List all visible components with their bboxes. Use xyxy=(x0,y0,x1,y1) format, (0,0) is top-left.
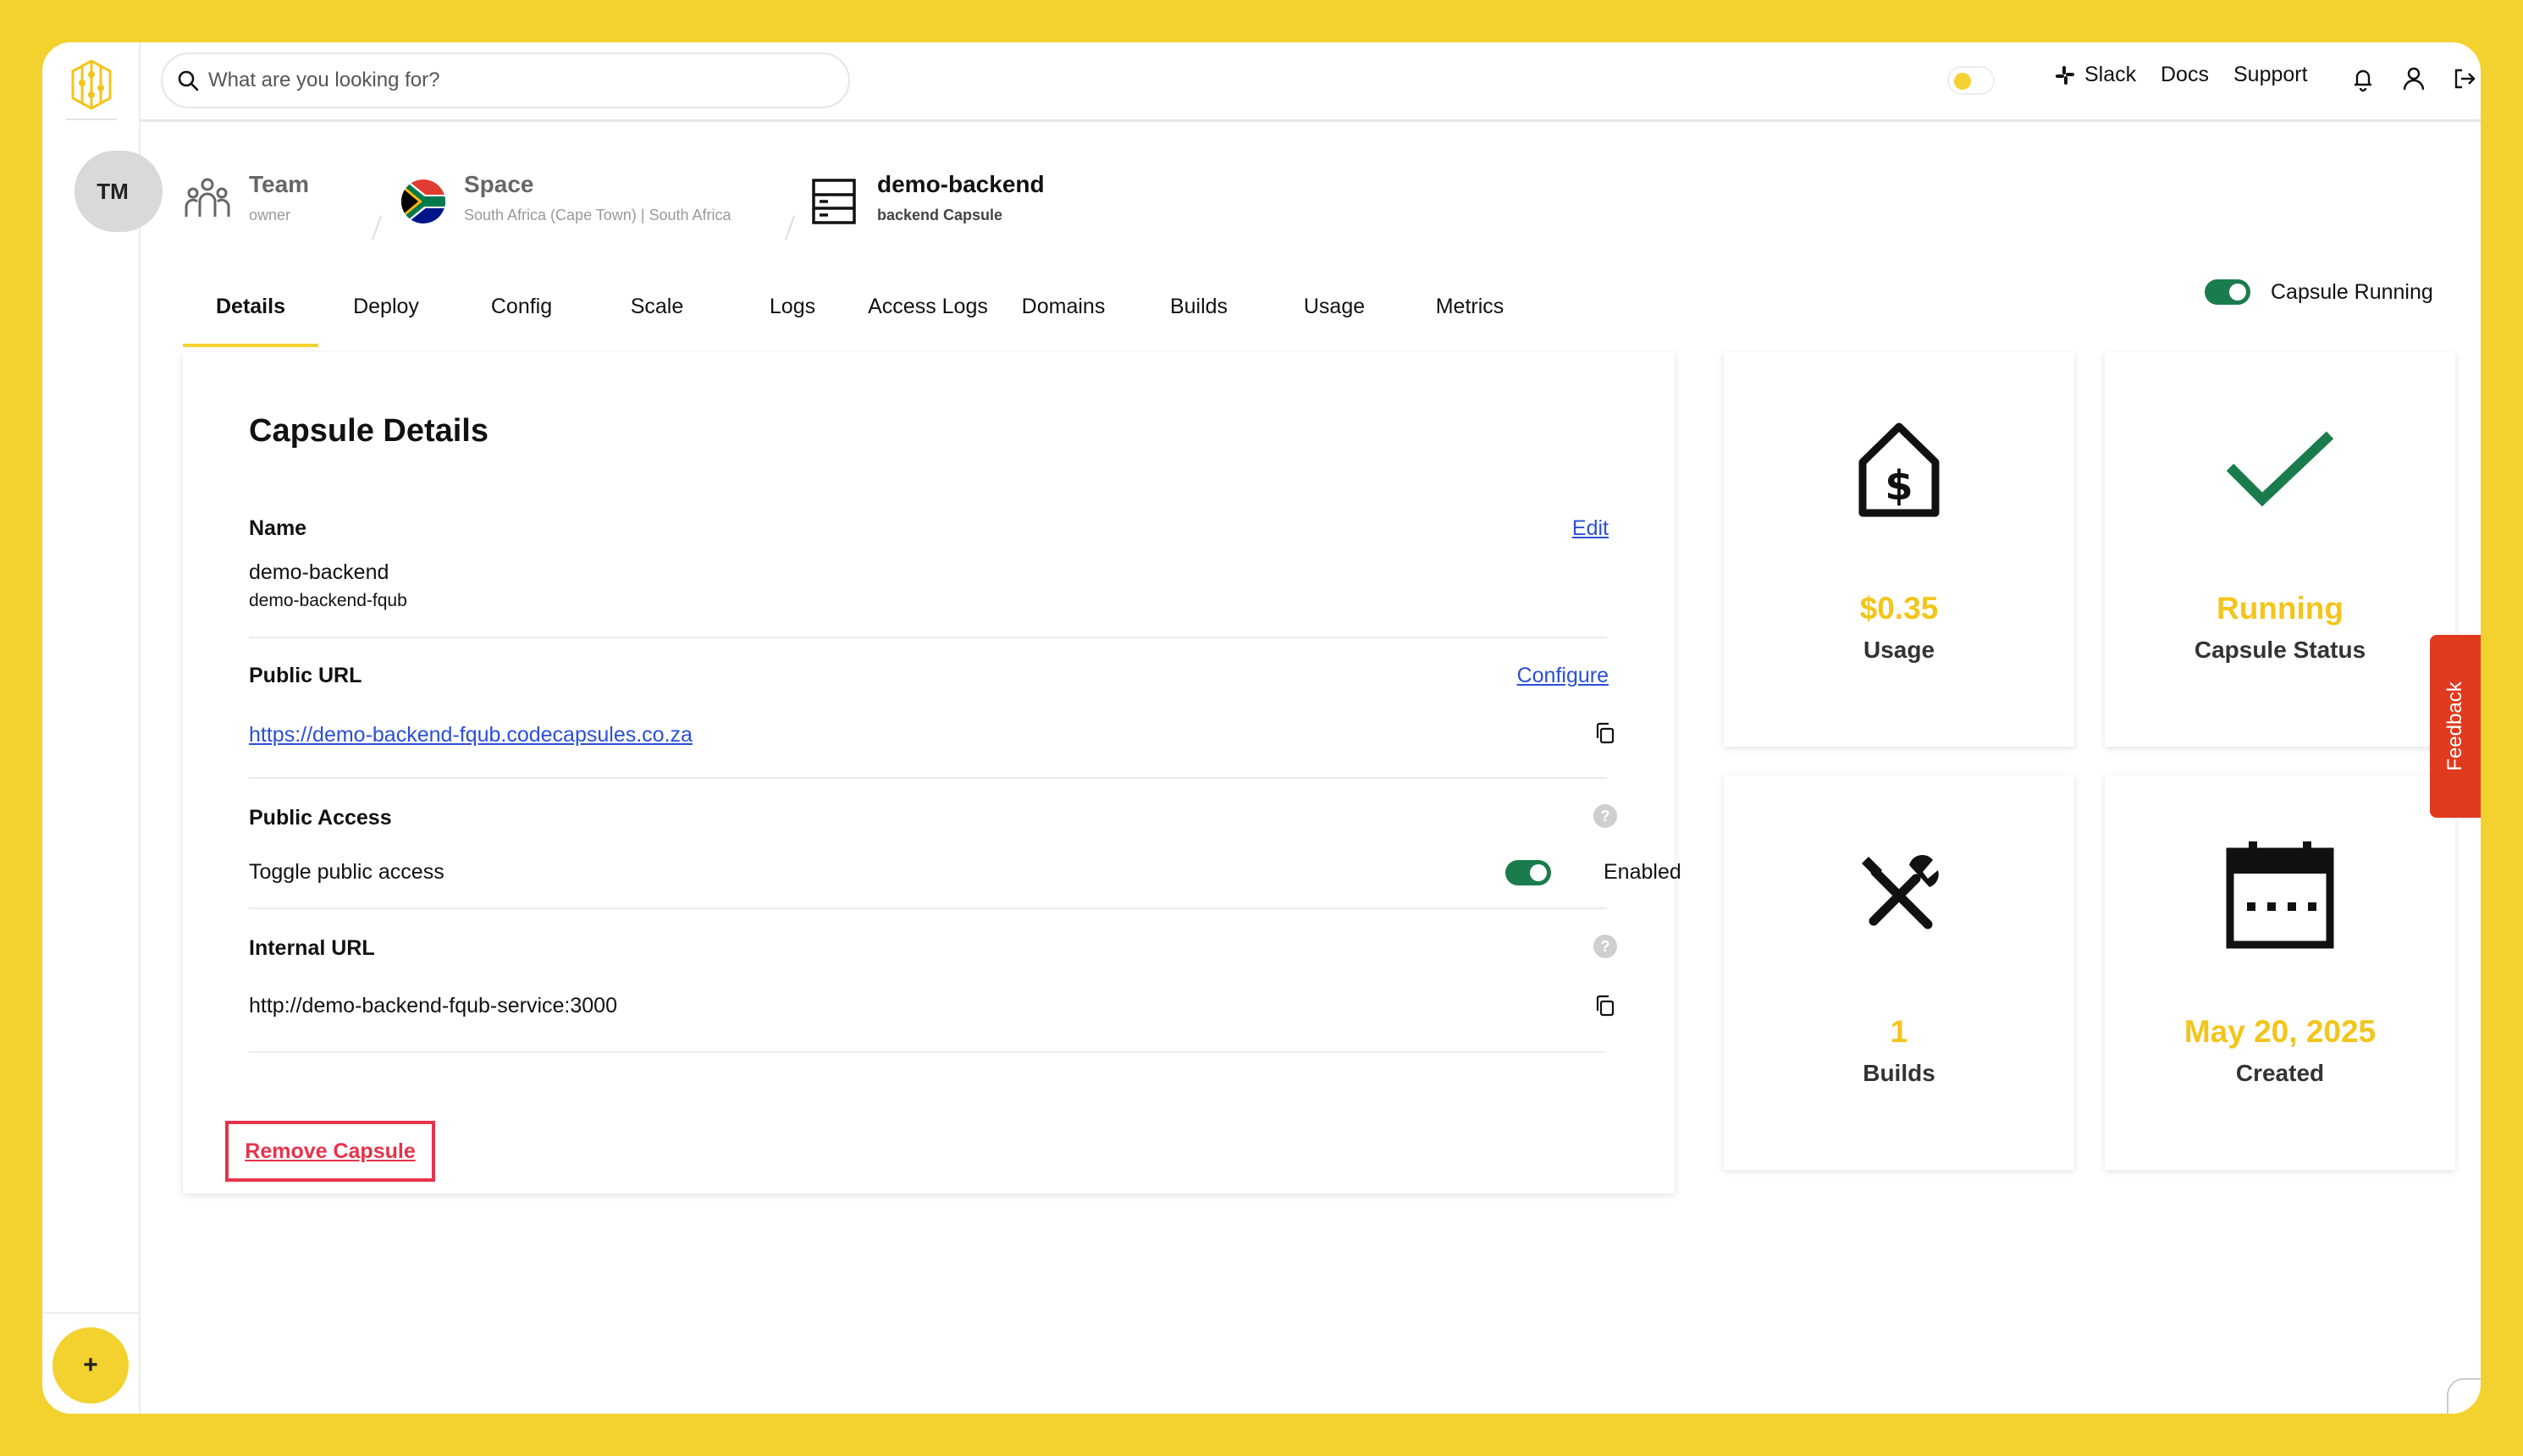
logout-icon[interactable] xyxy=(2450,64,2479,93)
breadcrumb-team[interactable]: Team owner xyxy=(183,168,327,235)
divider xyxy=(249,907,1607,909)
created-card: May 20, 2025 Created xyxy=(2105,775,2455,1170)
support-label: Support xyxy=(2233,63,2308,86)
breadcrumb-separator xyxy=(371,215,383,240)
app-logo-icon[interactable] xyxy=(66,54,117,142)
name-label: Name xyxy=(249,516,307,540)
sidebar-divider xyxy=(42,1312,141,1314)
bell-icon[interactable] xyxy=(2349,64,2377,93)
docs-label: Docs xyxy=(2161,63,2209,86)
calendar-icon xyxy=(2226,841,2334,949)
builds-value: 1 xyxy=(1890,1014,1908,1049)
docs-link[interactable]: Docs xyxy=(2161,63,2209,87)
slack-icon xyxy=(2056,65,2074,85)
tab-config[interactable]: Config xyxy=(454,295,589,347)
theme-toggle-knob xyxy=(1954,73,1971,90)
internal-url-value: http://demo-backend-fqub-service:3000 xyxy=(249,994,617,1018)
public-url-label: Public URL xyxy=(249,664,362,687)
public-access-label: Public Access xyxy=(249,806,392,830)
builds-card: 1 Builds xyxy=(1724,775,2074,1170)
toggle-public-access-text: Toggle public access xyxy=(249,860,444,884)
status-value: Running xyxy=(2216,591,2344,626)
top-bar: Slack Docs Support xyxy=(141,42,2481,122)
resize-corner xyxy=(2447,1378,2481,1414)
feedback-tab[interactable]: Feedback xyxy=(2430,635,2481,818)
space-subtitle: South Africa (Cape Town) | South Africa xyxy=(464,207,732,223)
divider xyxy=(249,1051,1607,1053)
usage-value: $0.35 xyxy=(1859,591,1939,626)
search-icon xyxy=(178,70,199,91)
usage-card: $ $0.35 Usage xyxy=(1724,352,2074,747)
help-icon[interactable]: ? xyxy=(1593,804,1617,828)
edit-link[interactable]: Edit xyxy=(1572,516,1609,541)
team-icon xyxy=(185,178,230,217)
capsule-running-label: Capsule Running xyxy=(2271,279,2433,304)
internal-url-label: Internal URL xyxy=(249,936,375,960)
sidebar: TM + xyxy=(42,42,163,1414)
divider xyxy=(249,777,1607,779)
search-input[interactable] xyxy=(208,69,801,92)
capsule-title: demo-backend xyxy=(877,171,1045,197)
tab-deploy[interactable]: Deploy xyxy=(318,295,454,347)
status-card: Running Capsule Status xyxy=(2105,352,2455,747)
tab-access-logs[interactable]: Access Logs xyxy=(860,295,996,347)
breadcrumb-space[interactable]: Space South Africa (Cape Town) | South A… xyxy=(400,168,781,235)
help-icon[interactable]: ? xyxy=(1593,935,1617,958)
tab-usage[interactable]: Usage xyxy=(1267,295,1402,347)
svg-text:$: $ xyxy=(1885,462,1913,510)
copy-icon[interactable] xyxy=(1593,721,1617,745)
team-subtitle: owner xyxy=(249,207,291,223)
capsule-subtitle: backend Capsule xyxy=(877,207,1003,223)
app-window: TM + Slack Docs Support Team owner xyxy=(42,42,2481,1414)
tab-domains[interactable]: Domains xyxy=(996,295,1131,347)
feedback-label: Feedback xyxy=(2443,681,2466,771)
support-link[interactable]: Support xyxy=(2233,63,2308,87)
tab-metrics[interactable]: Metrics xyxy=(1402,295,1538,347)
enabled-label: Enabled xyxy=(1604,860,1681,884)
search-box[interactable] xyxy=(161,52,850,108)
user-icon[interactable] xyxy=(2399,64,2428,93)
public-url-link[interactable]: https://demo-backend-fqub.codecapsules.c… xyxy=(249,723,693,747)
created-label: Created xyxy=(2235,1060,2325,1086)
slack-label: Slack xyxy=(2084,63,2137,86)
card-title: Capsule Details xyxy=(249,413,489,449)
capsule-details-card: Capsule Details Name Edit demo-backend d… xyxy=(183,352,1681,1194)
created-value: May 20, 2025 xyxy=(2183,1014,2377,1049)
server-icon xyxy=(812,179,856,224)
builds-label: Builds xyxy=(1863,1060,1935,1086)
tools-icon xyxy=(1862,854,1939,929)
checkmark-icon xyxy=(2226,431,2334,507)
copy-icon[interactable] xyxy=(1593,994,1617,1018)
tab-logs[interactable]: Logs xyxy=(725,295,860,347)
south-africa-flag-icon xyxy=(401,179,445,223)
theme-toggle[interactable] xyxy=(1947,66,1995,95)
space-title: Space xyxy=(464,171,534,197)
name-value: demo-backend xyxy=(249,560,389,584)
breadcrumb-separator xyxy=(784,215,796,240)
team-title: Team xyxy=(249,171,310,197)
status-label: Capsule Status xyxy=(2194,637,2366,663)
divider xyxy=(249,637,1607,638)
tab-details[interactable]: Details xyxy=(183,295,318,347)
tab-scale[interactable]: Scale xyxy=(589,295,725,347)
name-sub: demo-backend-fqub xyxy=(249,591,407,610)
add-button[interactable]: + xyxy=(52,1327,129,1404)
logo-divider xyxy=(66,119,117,120)
team-avatar[interactable]: TM xyxy=(75,151,163,232)
remove-capsule-link[interactable]: Remove Capsule xyxy=(245,1139,415,1164)
tab-builds[interactable]: Builds xyxy=(1131,295,1267,347)
configure-link[interactable]: Configure xyxy=(1517,664,1609,688)
price-tag-icon: $ xyxy=(1858,422,1940,517)
capsule-running-toggle[interactable]: Capsule Running xyxy=(2205,279,2433,305)
remove-capsule-highlight: Remove Capsule xyxy=(225,1121,435,1182)
public-access-switch[interactable] xyxy=(1505,860,1551,885)
breadcrumb-capsule[interactable]: demo-backend backend Capsule xyxy=(811,168,1065,235)
slack-link[interactable]: Slack xyxy=(2054,63,2136,87)
capsule-running-switch[interactable] xyxy=(2205,279,2250,305)
usage-label: Usage xyxy=(1863,637,1935,663)
